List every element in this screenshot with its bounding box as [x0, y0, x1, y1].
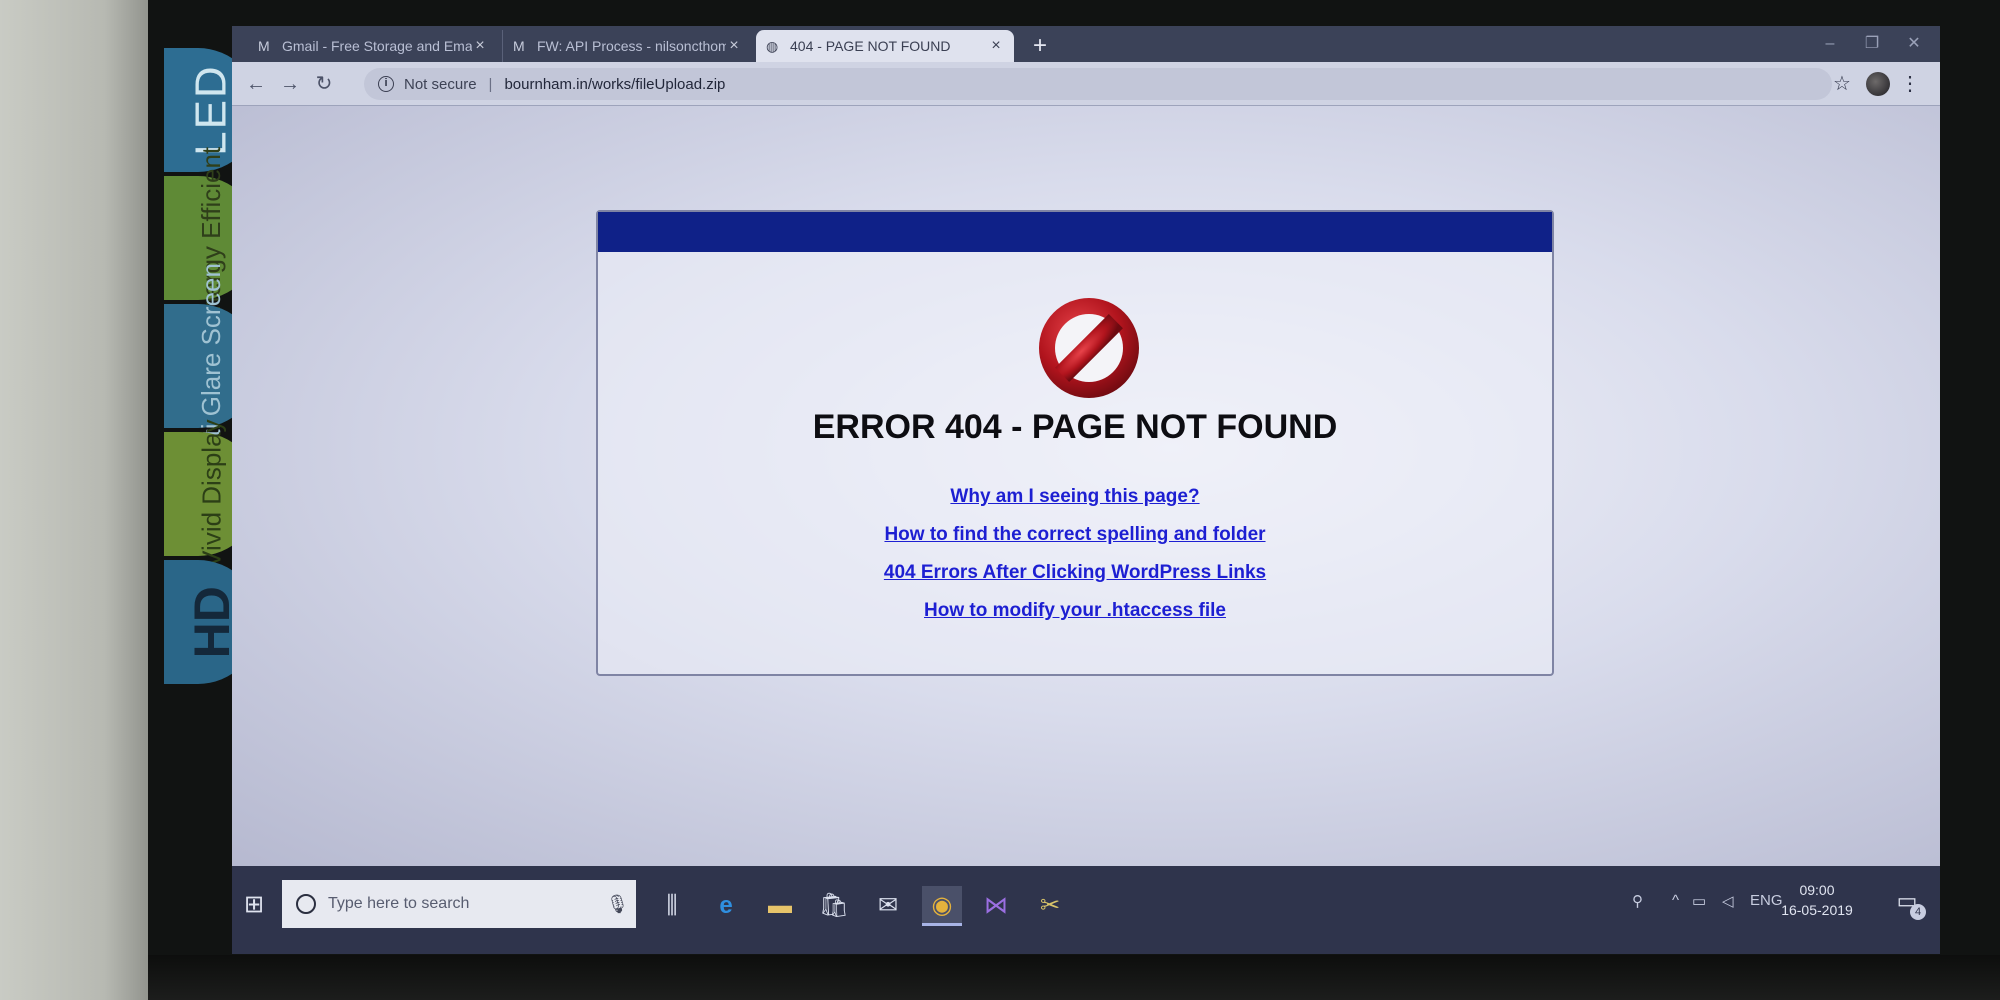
sticker-vivid-text: Vivid Display	[196, 419, 227, 569]
screen: M Gmail - Free Storage and Email fr × M …	[232, 26, 1940, 954]
kebab-menu-icon[interactable]: ⋮	[1900, 70, 1920, 98]
close-icon[interactable]: ×	[988, 37, 1004, 55]
minimize-icon[interactable]: –	[1810, 30, 1850, 58]
link-why-seeing[interactable]: Why am I seeing this page?	[598, 486, 1552, 508]
address-bar[interactable]: i Not secure | bournham.in/works/fileUpl…	[364, 68, 1832, 100]
reload-icon[interactable]: ↻	[310, 70, 338, 98]
forward-icon[interactable]: →	[276, 70, 304, 98]
close-icon[interactable]: ×	[472, 37, 488, 55]
security-label[interactable]: Not secure	[404, 76, 477, 93]
tab-title: FW: API Process - nilsoncthomas	[537, 38, 726, 54]
link-htaccess[interactable]: How to modify your .htaccess file	[598, 600, 1552, 622]
tab-bar: M Gmail - Free Storage and Email fr × M …	[232, 26, 1940, 62]
link-wordpress-404[interactable]: 404 Errors After Clicking WordPress Link…	[598, 562, 1552, 584]
taskbar-search[interactable]: Type here to search 🎙	[282, 880, 636, 928]
gmail-icon: M	[513, 38, 525, 54]
card-header-bar	[598, 212, 1552, 252]
tab-gmail[interactable]: M Gmail - Free Storage and Email fr ×	[248, 30, 498, 62]
windows-start-icon[interactable]: ⊞	[244, 892, 270, 918]
prohibited-icon	[1039, 298, 1139, 398]
people-icon[interactable]: ⚲	[1632, 892, 1643, 910]
bookmark-star-icon[interactable]: ☆	[1828, 70, 1856, 98]
microphone-icon[interactable]: 🎙	[606, 894, 629, 915]
sticker-led-text: LED	[186, 64, 236, 156]
window-close-icon[interactable]: ✕	[1894, 30, 1934, 58]
visual-studio-icon[interactable]: ⋈	[976, 886, 1016, 926]
close-icon[interactable]: ×	[726, 37, 742, 55]
file-explorer-icon[interactable]: ▬	[760, 886, 800, 926]
back-icon[interactable]: ←	[242, 70, 270, 98]
windows-taskbar: ⊞ Type here to search 🎙 ⫼ e ▬ 🛍 ✉ ◉ ⋈ ✂ …	[232, 866, 1940, 954]
error-title: ERROR 404 - PAGE NOT FOUND	[812, 408, 1338, 446]
url-text[interactable]: bournham.in/works/fileUpload.zip	[504, 76, 725, 93]
globe-icon: ◍	[766, 38, 779, 54]
new-tab-button[interactable]: +	[1026, 32, 1054, 60]
tab-404[interactable]: ◍ 404 - PAGE NOT FOUND ×	[756, 30, 1014, 62]
task-view-icon[interactable]: ⫼	[652, 886, 692, 926]
chevron-up-icon[interactable]: ^	[1672, 892, 1679, 909]
network-icon[interactable]: ▭	[1692, 892, 1706, 910]
tab-title: 404 - PAGE NOT FOUND	[790, 38, 951, 54]
clock-date: 16-05-2019	[1781, 902, 1853, 918]
gmail-icon: M	[258, 38, 270, 54]
volume-icon[interactable]: ◁	[1722, 892, 1734, 910]
info-icon[interactable]: i	[378, 76, 394, 92]
clock-time: 09:00	[1799, 882, 1835, 898]
store-icon[interactable]: 🛍	[814, 886, 854, 926]
tab-title: Gmail - Free Storage and Email fr	[282, 38, 472, 54]
link-find-spelling[interactable]: How to find the correct spelling and fol…	[598, 524, 1552, 546]
search-placeholder[interactable]: Type here to search	[328, 895, 606, 913]
mail-icon[interactable]: ✉	[868, 886, 908, 926]
notification-icon[interactable]: ▭ 4	[1892, 888, 1926, 920]
cortana-icon[interactable]	[296, 894, 316, 914]
chrome-icon[interactable]: ◉	[922, 886, 962, 926]
page-content: ERROR 404 - PAGE NOT FOUND Why am I seei…	[232, 106, 1940, 866]
monitor-bezel-bottom	[148, 955, 2000, 1000]
browser-toolbar: ← → ↻ i Not secure | bournham.in/works/f…	[232, 62, 1940, 106]
sticker-hd-text: HD	[183, 585, 240, 659]
restore-icon[interactable]: ❐	[1852, 30, 1892, 58]
edge-icon[interactable]: e	[706, 886, 746, 926]
tool-icon[interactable]: ✂	[1030, 886, 1070, 926]
error-card: ERROR 404 - PAGE NOT FOUND Why am I seei…	[596, 210, 1554, 676]
separator: |	[488, 75, 493, 93]
clock[interactable]: 09:00 16-05-2019	[1772, 880, 1862, 920]
notification-badge: 4	[1910, 904, 1926, 920]
help-links: Why am I seeing this page? How to find t…	[598, 486, 1552, 638]
profile-avatar[interactable]	[1866, 72, 1890, 96]
tab-api-process[interactable]: M FW: API Process - nilsoncthomas ×	[502, 30, 752, 62]
